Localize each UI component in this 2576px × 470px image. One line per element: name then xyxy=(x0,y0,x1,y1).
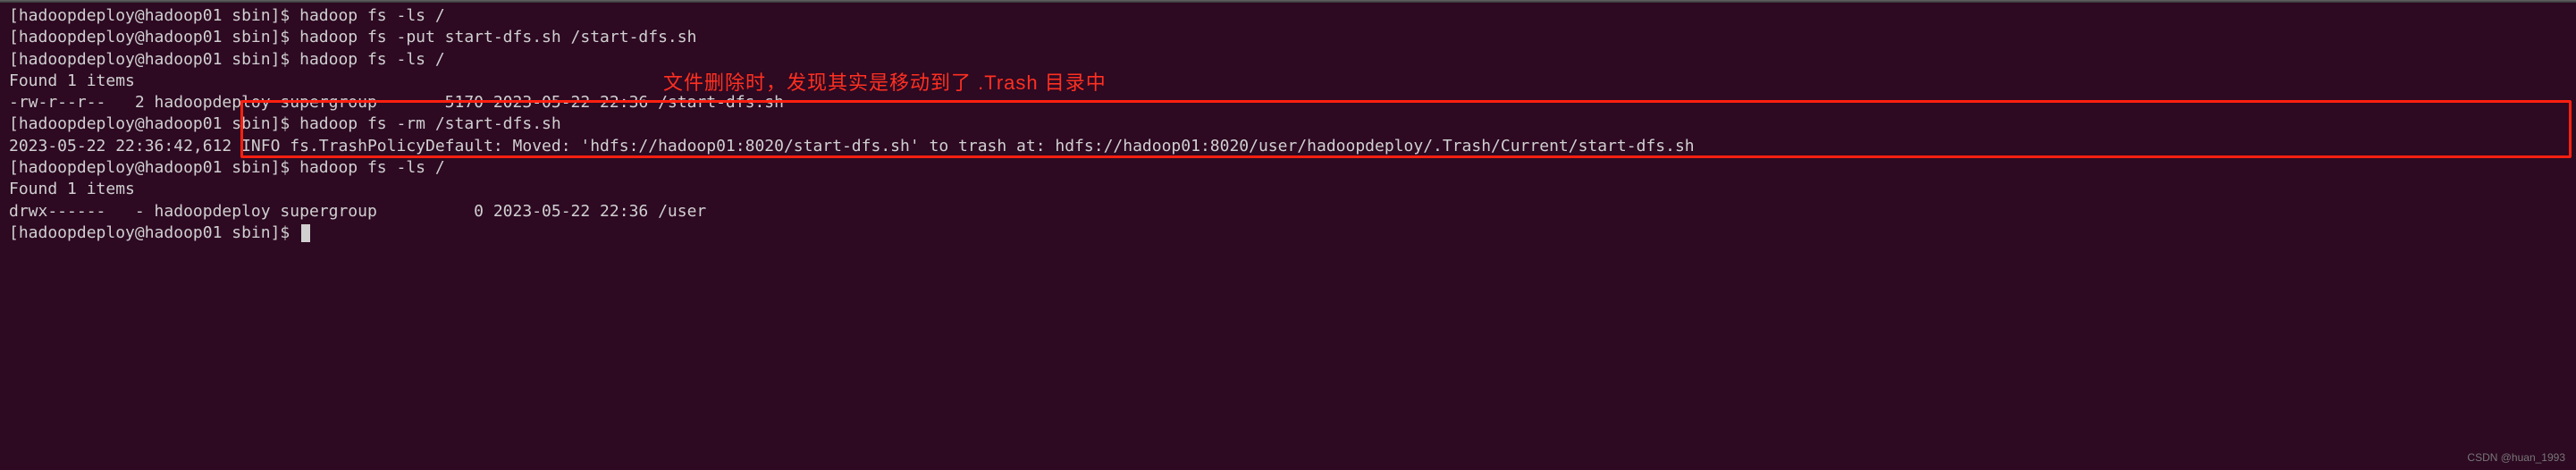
command-text: hadoop fs -ls / xyxy=(299,6,445,25)
window-top-border xyxy=(0,0,2576,3)
output-text: drwx------ - hadoopdeploy supergroup 0 2… xyxy=(9,202,706,221)
shell-prompt: [hadoopdeploy@hadoop01 sbin]$ xyxy=(9,28,299,46)
terminal-output: -rw-r--r-- 2 hadoopdeploy supergroup 517… xyxy=(9,92,2567,113)
annotation-text: 文件删除时，发现其实是移动到了 .Trash 目录中 xyxy=(663,70,1107,97)
terminal-output: Found 1 items xyxy=(9,71,2567,92)
command-text: hadoop fs -put start-dfs.sh /start-dfs.s… xyxy=(299,28,696,46)
terminal-output: 2023-05-22 22:36:42,612 INFO fs.TrashPol… xyxy=(9,136,2567,157)
terminal-line: [hadoopdeploy@hadoop01 sbin]$ hadoop fs … xyxy=(9,113,2567,135)
command-text: hadoop fs -ls / xyxy=(299,50,445,69)
watermark: CSDN @huan_1993 xyxy=(2467,450,2565,465)
shell-prompt: [hadoopdeploy@hadoop01 sbin]$ xyxy=(9,6,299,25)
output-text: Found 1 items xyxy=(9,71,135,90)
shell-prompt: [hadoopdeploy@hadoop01 sbin]$ xyxy=(9,223,299,242)
terminal-line: [hadoopdeploy@hadoop01 sbin]$ hadoop fs … xyxy=(9,49,2567,71)
terminal-line: [hadoopdeploy@hadoop01 sbin]$ hadoop fs … xyxy=(9,157,2567,179)
terminal-line: [hadoopdeploy@hadoop01 sbin]$ hadoop fs … xyxy=(9,5,2567,27)
output-text: 2023-05-22 22:36:42,612 INFO fs.TrashPol… xyxy=(9,137,1695,155)
shell-prompt: [hadoopdeploy@hadoop01 sbin]$ xyxy=(9,50,299,69)
command-text: hadoop fs -rm /start-dfs.sh xyxy=(299,114,561,133)
shell-prompt: [hadoopdeploy@hadoop01 sbin]$ xyxy=(9,114,299,133)
output-text: Found 1 items xyxy=(9,180,135,198)
command-text: hadoop fs -ls / xyxy=(299,158,445,177)
terminal-line[interactable]: [hadoopdeploy@hadoop01 sbin]$ xyxy=(9,222,2567,244)
terminal-cursor xyxy=(301,224,310,242)
shell-prompt: [hadoopdeploy@hadoop01 sbin]$ xyxy=(9,158,299,177)
terminal-output: drwx------ - hadoopdeploy supergroup 0 2… xyxy=(9,201,2567,222)
terminal-output: Found 1 items xyxy=(9,179,2567,200)
terminal-line: [hadoopdeploy@hadoop01 sbin]$ hadoop fs … xyxy=(9,27,2567,48)
